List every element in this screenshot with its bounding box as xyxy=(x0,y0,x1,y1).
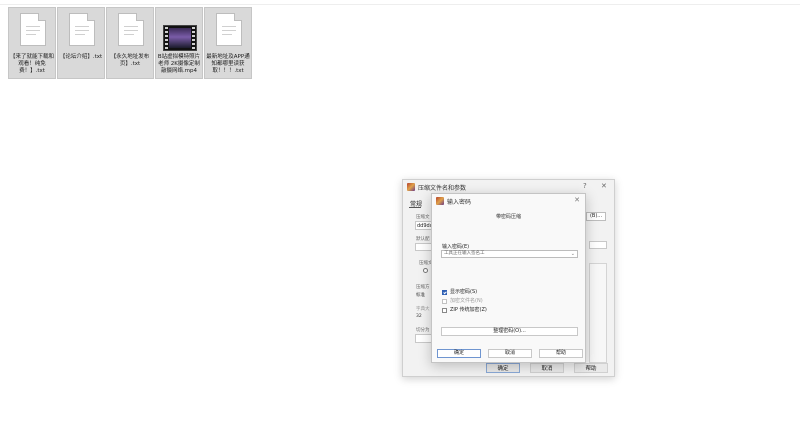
password-placeholder: 工具正在输入签名工 xyxy=(444,251,485,256)
format-radio[interactable] xyxy=(423,268,428,273)
help-icon[interactable]: ? xyxy=(583,182,587,190)
ok-button[interactable]: 确定 xyxy=(486,363,520,373)
archive-name-label: 压缩文 xyxy=(416,215,430,220)
cancel-button[interactable]: 取消 xyxy=(488,349,532,358)
password-dialog-title: 输入密码 xyxy=(447,199,472,206)
dictionary-size-value: 32 xyxy=(416,314,422,319)
winrar-icon xyxy=(407,183,415,191)
file-name: 【来了就能下载和观看！纯免费！】.txt xyxy=(10,54,55,74)
file-item[interactable]: 【来了就能下载和观看！纯免费！】.txt xyxy=(8,7,56,79)
checkbox-icon xyxy=(442,308,447,313)
password-label: 输入密码(E) xyxy=(442,244,470,250)
video-thumbnail-icon xyxy=(163,25,197,51)
compression-method-value: 标准 xyxy=(416,293,425,298)
password-input[interactable]: 工具正在输入签名工 ⌄ xyxy=(441,250,578,258)
text-file-icon xyxy=(118,13,144,46)
help-button[interactable]: 帮助 xyxy=(574,363,608,373)
file-item[interactable]: 最新地址及APP通知都哪里读获取！！！.txt xyxy=(204,7,252,79)
archive-options-group xyxy=(589,263,607,363)
enter-password-dialog: 输入密码 ✕ 带密码压缩 输入密码(E) 工具正在输入签名工 ⌄ 显示密码(S)… xyxy=(431,193,586,363)
text-file-icon xyxy=(69,13,95,46)
zip-legacy-encryption-label: ZIP 传统加密(Z) xyxy=(450,307,487,313)
password-dialog-heading: 带密码压缩 xyxy=(495,214,521,220)
close-icon[interactable]: ✕ xyxy=(574,196,580,204)
default-profile-label: 默认配 xyxy=(416,237,430,242)
file-name: B站虚拟模特照片老师 2K摄像定制 敲摄网络.mp4 xyxy=(157,54,201,74)
organize-passwords-button[interactable]: 整理密码(O)... xyxy=(441,327,578,336)
archive-dialog-title: 压缩文件名和参数 xyxy=(418,185,467,192)
help-button[interactable]: 帮助 xyxy=(539,349,583,358)
dictionary-size-label: 字典大 xyxy=(416,307,430,312)
text-file-icon xyxy=(216,13,242,46)
file-item[interactable]: 【永久地址发布页】.txt xyxy=(106,7,154,79)
compression-method-label: 压缩方 xyxy=(416,285,430,290)
close-icon[interactable]: ✕ xyxy=(601,182,607,190)
file-item[interactable]: B站虚拟模特照片老师 2K摄像定制 敲摄网络.mp4 xyxy=(155,7,203,79)
winrar-icon xyxy=(436,197,444,205)
encrypt-filenames-label: 加密文件名(N) xyxy=(450,298,483,304)
checkbox-checked-icon xyxy=(442,290,447,295)
cancel-button[interactable]: 取消 xyxy=(530,363,564,373)
checkbox-icon xyxy=(442,299,447,304)
file-item[interactable]: 【论坛介绍】.txt xyxy=(57,7,105,79)
chevron-down-icon[interactable]: ⌄ xyxy=(571,251,575,257)
split-volumes-label: 切分为 xyxy=(416,328,430,333)
password-dialog-titlebar: 输入密码 ✕ xyxy=(432,194,585,209)
show-password-label: 显示密码(S) xyxy=(450,289,478,295)
text-file-icon xyxy=(20,13,46,46)
file-name: 【永久地址发布页】.txt xyxy=(110,54,150,67)
update-mode-select[interactable] xyxy=(589,241,607,249)
tab-indicator xyxy=(409,207,421,208)
browse-button[interactable]: (B)... xyxy=(586,212,606,221)
file-name: 【论坛介绍】.txt xyxy=(59,54,103,60)
top-divider xyxy=(0,4,800,5)
ok-button[interactable]: 确定 xyxy=(437,349,481,358)
file-name: 最新地址及APP通知都哪里读获取！！！.txt xyxy=(206,54,250,74)
